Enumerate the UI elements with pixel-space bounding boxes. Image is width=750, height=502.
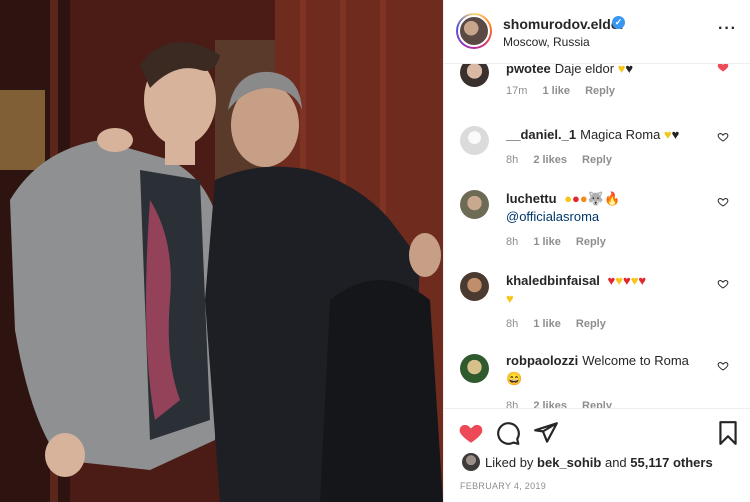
comment-meta: 8h 2 likes Reply — [506, 400, 624, 408]
comment-body: Daje eldor — [554, 64, 615, 76]
comment-likes[interactable]: 1 like — [533, 236, 561, 248]
fire-icon: 🔥 — [603, 191, 621, 206]
comment-time[interactable]: 8h — [506, 318, 518, 330]
wolf-icon: 🐺 — [587, 191, 604, 206]
like-heart-icon[interactable] — [458, 420, 484, 446]
comment-time[interactable]: 8h — [506, 236, 518, 248]
yellow-heart-icon: ♥ — [663, 127, 672, 142]
commenter-avatar[interactable] — [460, 354, 489, 383]
comment-meta: 8h 2 likes Reply — [506, 154, 624, 166]
comment-text: robpaolozzi Welcome to Roma 😄 — [506, 352, 716, 388]
post-date[interactable]: FEBRUARY 4, 2019 — [460, 481, 546, 491]
post-header: shomurodov.eldor ✓ Moscow, Russia ··· — [444, 0, 750, 64]
comment-item: __daniel._1 Magica Roma ♥♥ 8h 2 likes Rep… — [444, 124, 750, 184]
likes-joiner: and — [604, 455, 627, 470]
mention-link[interactable]: @officialasroma — [506, 209, 599, 224]
comment-like-heart-icon[interactable] — [717, 64, 729, 73]
reply-button[interactable]: Reply — [576, 318, 606, 330]
commenter-username[interactable]: khaledbinfaisal — [506, 273, 600, 288]
commenter-username[interactable]: pwotee — [506, 64, 551, 76]
comment-likes[interactable]: 2 likes — [533, 154, 567, 166]
orange-circle-icon: ● — [579, 191, 588, 206]
commenter-avatar[interactable] — [460, 190, 489, 219]
comment-item: robpaolozzi Welcome to Roma 😄 8h 2 likes … — [444, 352, 750, 408]
comment-like-heart-icon[interactable] — [717, 196, 729, 208]
black-heart-icon: ♥ — [625, 64, 634, 76]
author-username[interactable]: shomurodov.eldor — [503, 16, 625, 32]
comment-text: pwotee Daje eldor ♥♥ — [506, 64, 716, 78]
comment-text: luchettu ●●●🐺🔥 @officialasroma — [506, 190, 716, 226]
reply-button[interactable]: Reply — [576, 236, 606, 248]
red-heart-icon: ♥ — [622, 273, 631, 288]
comment-like-heart-icon[interactable] — [717, 278, 729, 290]
red-heart-icon: ♥ — [638, 273, 647, 288]
comment-likes[interactable]: 1 like — [533, 318, 561, 330]
liker-avatar[interactable] — [462, 453, 480, 471]
bookmark-icon[interactable] — [715, 420, 741, 446]
author-avatar[interactable] — [456, 13, 492, 49]
comment-bubble-icon[interactable] — [495, 420, 521, 446]
comment-time[interactable]: 8h — [506, 154, 518, 166]
comment-like-heart-icon[interactable] — [717, 360, 729, 372]
comment-time[interactable]: 17m — [506, 85, 527, 97]
commenter-username[interactable]: robpaolozzi — [506, 353, 578, 368]
verified-badge-icon: ✓ — [612, 16, 625, 29]
comment-item: khaledbinfaisal ♥♥♥♥♥ ♥ 8h 1 like Reply — [444, 270, 750, 350]
comment-body: Magica Roma — [580, 127, 661, 142]
comment-item: luchettu ●●●🐺🔥 @officialasroma 8h 1 like… — [444, 188, 750, 268]
liker-username[interactable]: bek_sohib — [537, 455, 601, 470]
share-paper-plane-icon[interactable] — [533, 420, 559, 446]
commenter-username[interactable]: luchettu — [506, 191, 557, 206]
commenter-username[interactable]: __daniel._1 — [506, 127, 576, 142]
red-circle-icon: ● — [572, 191, 580, 206]
post-location[interactable]: Moscow, Russia — [503, 35, 590, 49]
reply-button[interactable]: Reply — [582, 400, 612, 408]
comment-item: pwotee Daje eldor ♥♥ 17m 1 like Reply — [444, 64, 750, 116]
post-photo[interactable] — [0, 0, 443, 502]
comment-text: khaledbinfaisal ♥♥♥♥♥ ♥ — [506, 272, 716, 308]
likes-prefix: Liked by — [485, 455, 534, 470]
likes-count[interactable]: 55,117 others — [630, 455, 712, 470]
comment-meta: 8h 1 like Reply — [506, 318, 618, 330]
commenter-avatar[interactable] — [460, 64, 489, 87]
reply-button[interactable]: Reply — [582, 154, 612, 166]
photo-illustration — [0, 0, 443, 502]
comment-time[interactable]: 8h — [506, 400, 518, 408]
commenter-avatar[interactable] — [460, 126, 489, 155]
yellow-heart-icon: ♥ — [615, 273, 623, 288]
yellow-heart-icon: ♥ — [506, 291, 514, 306]
likes-summary: Liked by bek_sohib and 55,117 others — [485, 455, 713, 470]
yellow-circle-icon: ● — [564, 191, 573, 206]
comment-like-heart-icon[interactable] — [717, 131, 729, 143]
reply-button[interactable]: Reply — [585, 85, 615, 97]
comment-body: Welcome to Roma — [582, 353, 689, 368]
commenter-avatar[interactable] — [460, 272, 489, 301]
comment-meta: 8h 1 like Reply — [506, 236, 618, 248]
grinning-face-icon: 😄 — [506, 371, 523, 386]
comments-list[interactable]: pwotee Daje eldor ♥♥ 17m 1 like Reply __d… — [444, 64, 750, 408]
more-options-icon[interactable]: ··· — [718, 20, 737, 38]
black-heart-icon: ♥ — [671, 127, 680, 142]
comment-meta: 17m 1 like Reply — [506, 85, 627, 97]
comment-likes[interactable]: 2 likes — [533, 400, 567, 408]
comment-likes[interactable]: 1 like — [542, 85, 570, 97]
comment-text: __daniel._1 Magica Roma ♥♥ — [506, 126, 716, 144]
post-sidebar: shomurodov.eldor ✓ Moscow, Russia ··· pw… — [443, 0, 750, 502]
